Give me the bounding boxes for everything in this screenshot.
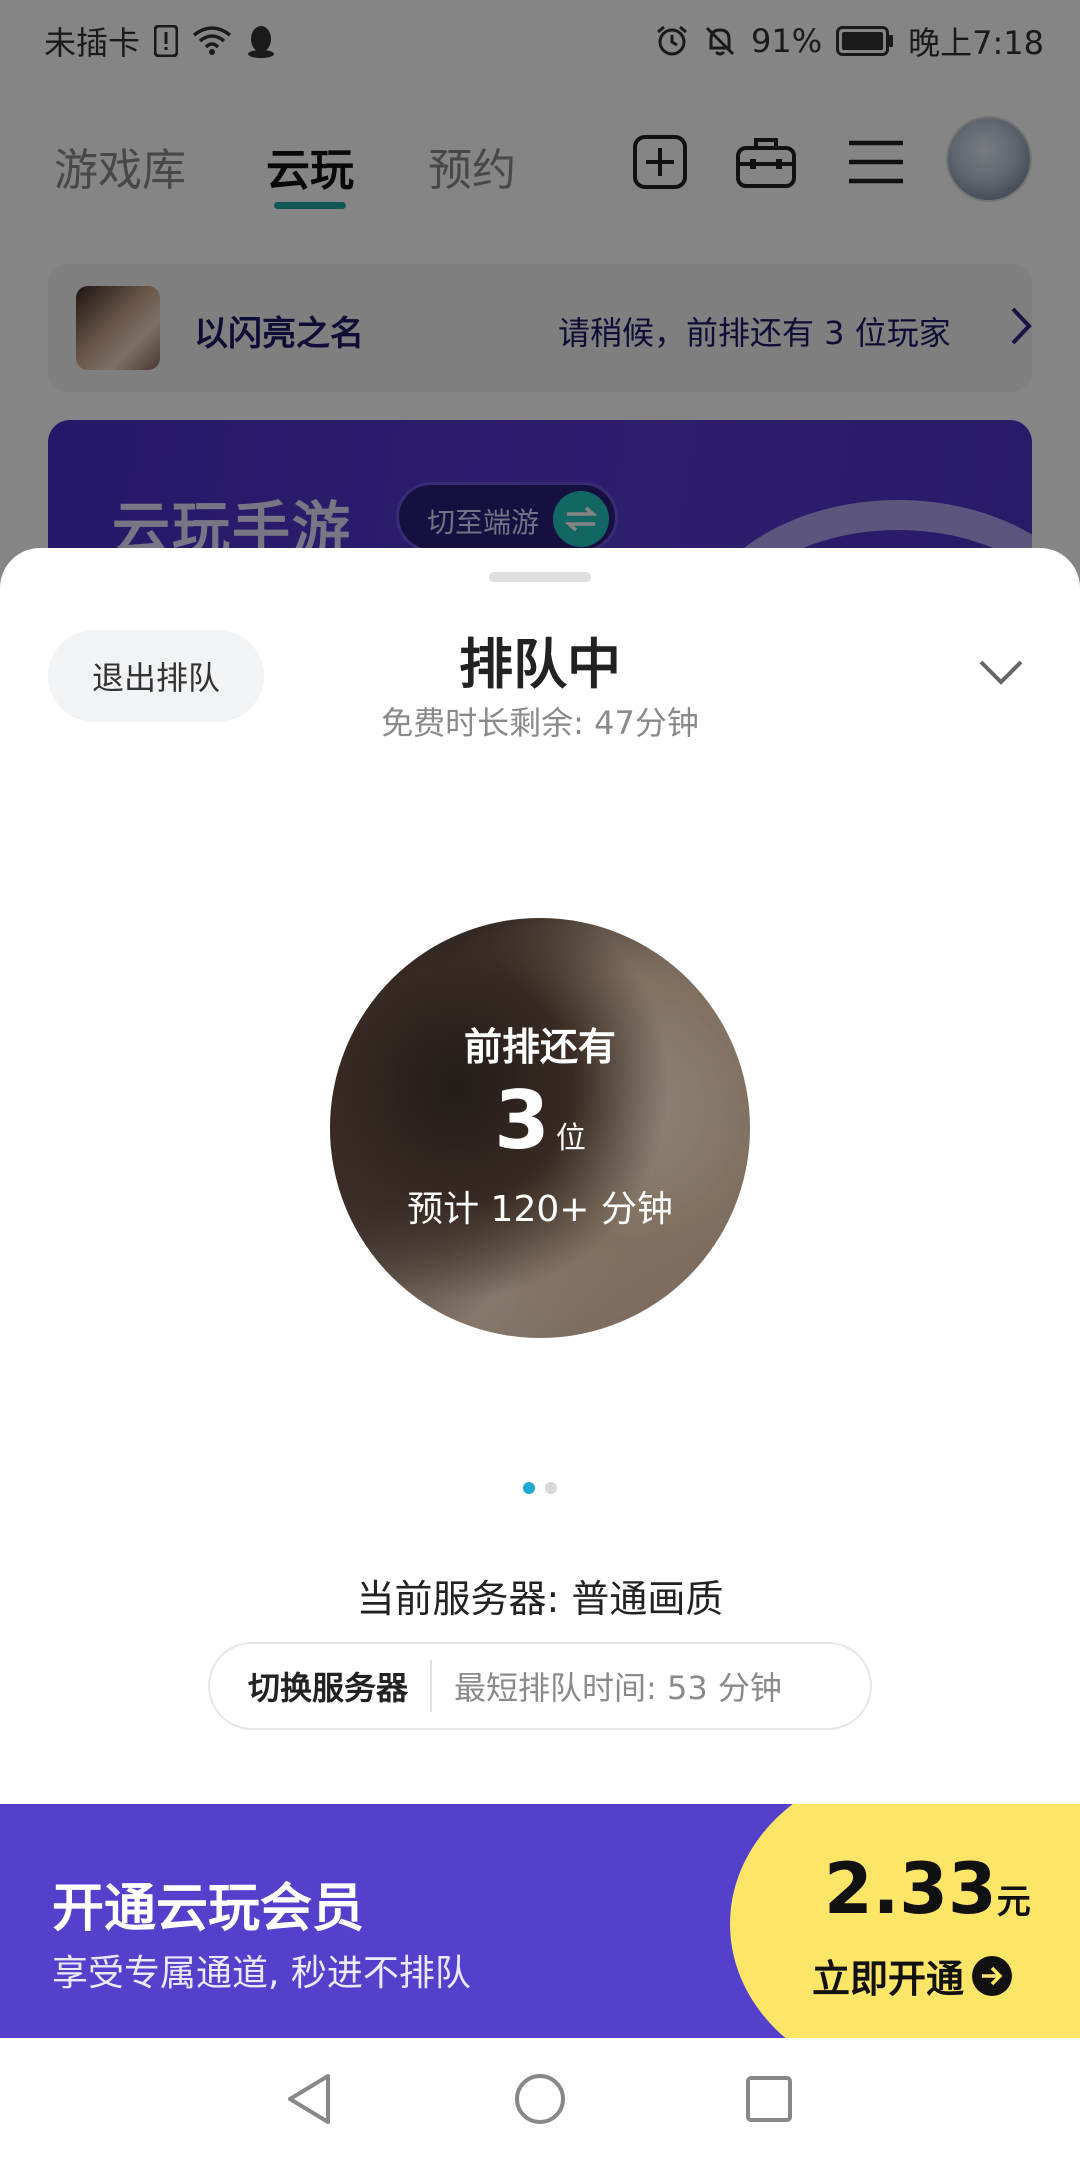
subscribe-now-button[interactable]: 立即开通 <box>812 1948 1013 2003</box>
queue-position-circle: 前排还有 3位 预计 120+ 分钟 <box>330 918 750 1338</box>
queue-count: 3位 <box>330 1074 750 1167</box>
queue-count-unit: 位 <box>555 1121 586 1156</box>
price-amount: 2.33 <box>824 1848 997 1930</box>
server-pill: 切换服务器 最短排队时间: 53 分钟 <box>208 1642 872 1730</box>
page-dot[interactable] <box>545 1482 557 1494</box>
switch-server-button[interactable]: 切换服务器 <box>210 1660 433 1712</box>
subscribe-now-label: 立即开通 <box>812 1957 965 2001</box>
arrow-right-icon <box>972 1955 1013 1996</box>
current-server-label: 当前服务器: 普通画质 <box>356 1577 724 1621</box>
membership-banner[interactable]: 开通云玩会员 享受专属通道, 秒进不排队 2.33元 立即开通 <box>0 1804 1080 2038</box>
sheet-drag-handle[interactable] <box>489 572 591 582</box>
recents-icon[interactable] <box>734 2064 804 2134</box>
free-time-remaining: 免费时长剩余: 47分钟 <box>381 704 699 742</box>
chevron-down-icon[interactable] <box>976 652 1026 692</box>
sheet-title: 排队中 <box>459 633 621 696</box>
page-dot-active[interactable] <box>523 1482 535 1494</box>
page-indicator <box>0 1482 1080 1494</box>
price-unit: 元 <box>996 1882 1031 1922</box>
membership-price: 2.33元 <box>824 1848 1031 1930</box>
membership-subtitle: 享受专属通道, 秒进不排队 <box>52 1953 471 1994</box>
estimated-wait: 预计 120+ 分钟 <box>407 1189 673 1230</box>
shortest-wait-text: 最短排队时间: 53 分钟 <box>454 1669 782 1707</box>
system-nav-bar <box>0 2038 1080 2160</box>
membership-title: 开通云玩会员 <box>52 1879 365 1939</box>
queue-count-number: 3 <box>494 1074 550 1167</box>
queue-ahead-label: 前排还有 <box>463 1025 616 1069</box>
home-icon[interactable] <box>505 2064 575 2134</box>
back-icon[interactable] <box>274 2064 344 2134</box>
